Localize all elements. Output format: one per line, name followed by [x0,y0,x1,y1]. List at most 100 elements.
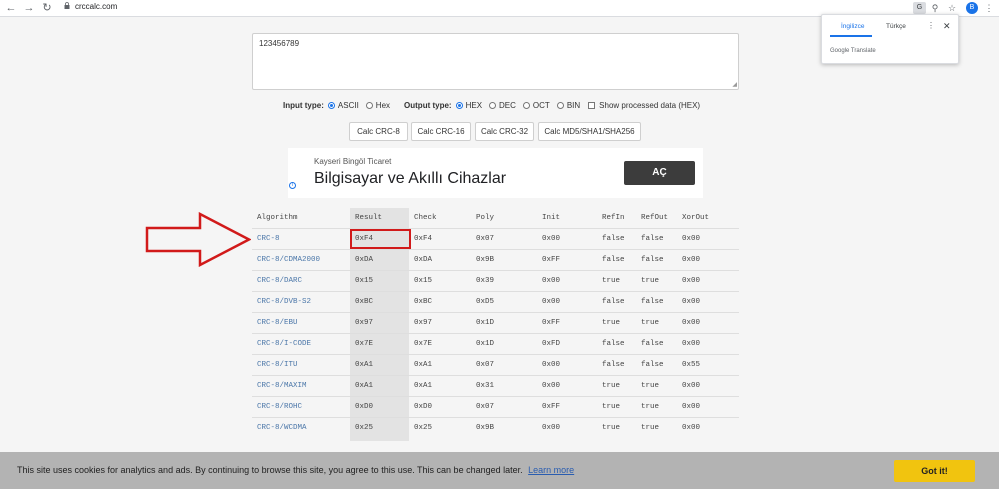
address-bar[interactable]: crccalc.com [75,2,117,11]
table-row: CRC-8/DARC 0x15 0x15 0x39 0x00 true true 0x00 [252,270,739,291]
algorithm-link[interactable]: CRC-8/I-CODE [257,334,311,355]
table-cell: 0x00 [542,382,561,390]
table-cell: 0x07 [476,403,495,411]
radio-ascii[interactable] [327,101,335,109]
calc-md5-sha-button[interactable]: Calc MD5/SHA1/SHA256 [538,122,641,141]
table-cell: false [641,298,664,306]
translate-icon[interactable]: G [913,2,926,14]
input-textarea[interactable]: 123456789 ◢ [252,33,739,90]
got-it-button[interactable]: Got it! [894,460,975,482]
tab-turkish[interactable]: Türkçe [886,23,906,30]
ad-advertiser: Kayseri Bingöl Ticaret [314,157,392,166]
forward-arrow-icon[interactable]: → [22,1,36,15]
algorithm-link[interactable]: CRC-8/ROHC [257,397,302,418]
tab-underline [830,35,872,37]
back-arrow-icon[interactable]: ← [4,1,18,15]
show-processed-checkbox[interactable] [588,101,596,109]
table-row: CRC-8/DVB-S2 0xBC 0xBC 0xD5 0x00 false false 0x… [252,291,739,312]
algorithm-link[interactable]: CRC-8/WCDMA [257,418,307,439]
table-cell: 0x00 [682,340,701,348]
table-cell: false [641,361,664,369]
kebab-menu-icon[interactable]: ⋮ [983,2,995,14]
column-header: XorOut [682,214,710,222]
table-cell: 0xA1 [414,382,433,390]
table-row: CRC-8/MAXIM 0xA1 0xA1 0x31 0x00 true true 0x00 [252,375,739,396]
column-header: Algorithm [257,214,298,222]
table-cell: 0xBC [355,298,374,306]
table-cell: 0x00 [682,424,701,432]
table-cell: 0x31 [476,382,495,390]
show-processed-label: Show processed data (HEX) [599,100,701,110]
radio-hex-input[interactable] [365,101,373,109]
cookie-message: This site uses cookies for analytics and… [17,465,574,475]
algorithm-link[interactable]: CRC-8 [257,229,280,250]
table-cell: 0xD0 [414,403,433,411]
table-cell: 0x00 [542,277,561,285]
zoom-icon[interactable]: ⚲ [929,2,941,14]
radio-hex-output[interactable] [455,101,463,109]
table-cell: 0x1D [476,319,495,327]
table-cell: true [641,319,660,327]
kebab-menu-icon[interactable]: ⋮ [927,21,935,30]
table-cell: 0x00 [682,319,701,327]
radio-bin-label: BIN [566,100,581,110]
table-cell: false [641,340,664,348]
ad-open-button[interactable]: AÇ [624,161,695,185]
table-cell: 0x55 [682,361,701,369]
table-cell: 0xF4 [414,235,433,243]
table-cell: false [602,235,625,243]
algorithm-link[interactable]: CRC-8/EBU [257,313,298,334]
calc-crc32-button[interactable]: Calc CRC-32 [475,122,534,141]
table-row: CRC-8/CDMA2000 0xDA 0xDA 0x9B 0xFF false false… [252,249,739,270]
algorithm-link[interactable]: CRC-8/DVB-S2 [257,292,311,313]
table-cell: true [602,424,621,432]
table-cell: 0x9B [476,424,495,432]
table-cell: false [602,361,625,369]
star-icon[interactable]: ☆ [946,2,958,14]
red-arrow-annotation [145,212,251,267]
table-cell: 0xFF [542,319,561,327]
table-cell: 0x00 [542,424,561,432]
table-cell: 0x9B [476,256,495,264]
radio-ascii-label: ASCII [337,100,359,110]
table-cell: 0x00 [682,277,701,285]
radio-bin[interactable] [556,101,564,109]
table-cell: 0x25 [355,424,374,432]
calc-crc8-button[interactable]: Calc CRC-8 [349,122,408,141]
algorithm-link[interactable]: CRC-8/CDMA2000 [257,250,320,271]
red-highlight-box [350,229,411,249]
tab-english[interactable]: İngilizce [841,23,864,30]
radio-dec[interactable] [489,101,497,109]
table-cell: 0x07 [476,235,495,243]
radio-oct[interactable] [522,101,530,109]
table-cell: 0x97 [355,319,374,327]
reload-icon[interactable]: ↻ [40,1,54,15]
close-icon[interactable]: ✕ [943,21,951,32]
input-value: 123456789 [259,39,300,48]
ad-headline[interactable]: Bilgisayar ve Akıllı Cihazlar [314,170,506,188]
table-cell: true [641,403,660,411]
algorithm-link[interactable]: CRC-8/ITU [257,355,298,376]
table-cell: true [641,424,660,432]
table-cell: 0x15 [355,277,374,285]
algorithm-link[interactable]: CRC-8/DARC [257,271,302,292]
avatar[interactable]: B [966,2,978,14]
table-cell: 0xFF [542,403,561,411]
table-cell: false [641,256,664,264]
table-cell: true [602,319,621,327]
cookie-text: This site uses cookies for analytics and… [17,465,523,475]
advertisement[interactable]: Kayseri Bingöl Ticaret Bilgisayar ve Akı… [288,148,703,198]
table-cell: 0x15 [414,277,433,285]
resize-handle-icon[interactable]: ◢ [732,81,737,88]
table-header-row: Algorithm Result Check Poly Init RefIn RefOut X… [252,208,739,229]
ad-info-icon[interactable]: i [289,182,296,189]
algorithm-link[interactable]: CRC-8/MAXIM [257,376,307,397]
table-cell: 0x00 [542,361,561,369]
table-cell: 0x7E [414,340,433,348]
learn-more-link[interactable]: Learn more [528,465,574,475]
table-cell: 0xD0 [355,403,374,411]
table-cell: 0xDA [414,256,433,264]
table-cell: 0x97 [414,319,433,327]
calc-crc16-button[interactable]: Calc CRC-16 [411,122,471,141]
table-cell: 0x39 [476,277,495,285]
